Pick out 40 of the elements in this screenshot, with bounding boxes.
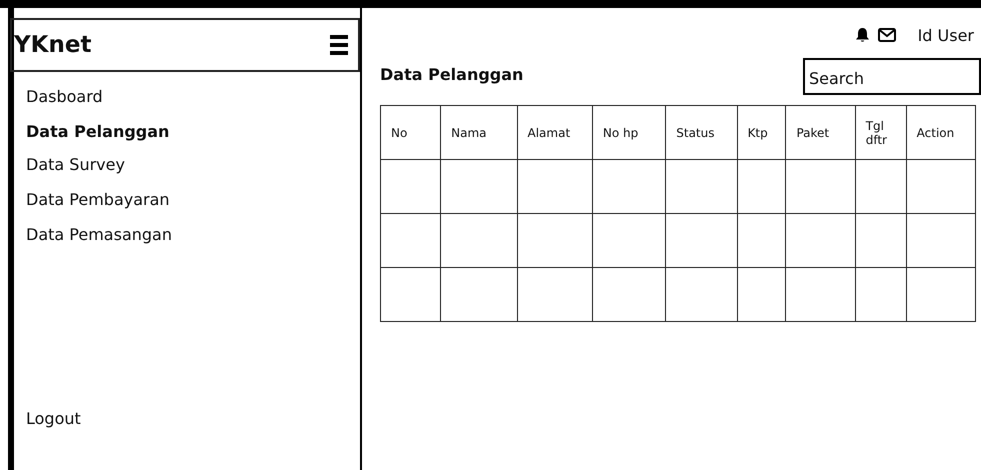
menu-icon[interactable] <box>330 34 348 56</box>
sidebar-item[interactable]: Data Pelanggan <box>26 121 360 154</box>
column-header: Alamat <box>517 106 592 160</box>
table-cell <box>786 160 856 214</box>
column-header: No <box>380 106 441 160</box>
table-cell <box>737 268 786 322</box>
table-cell <box>906 214 976 268</box>
table-cell <box>786 214 856 268</box>
column-header: Action <box>906 106 976 160</box>
brand-logo: YKnet <box>14 32 92 58</box>
table-cell <box>906 268 976 322</box>
table-cell <box>380 160 441 214</box>
logout-link[interactable]: Logout <box>26 409 360 428</box>
table-cell <box>737 214 786 268</box>
sidebar-item[interactable]: Data Pembayaran <box>26 189 360 224</box>
table-cell <box>855 214 906 268</box>
table-cell <box>666 268 738 322</box>
mail-icon[interactable] <box>878 28 896 42</box>
table-cell <box>666 160 738 214</box>
column-header: Tgl dftr <box>855 106 906 160</box>
table-cell <box>380 214 441 268</box>
sidebar-item[interactable]: Dasboard <box>26 86 360 121</box>
column-header: Nama <box>440 106 518 160</box>
column-header: Ktp <box>737 106 786 160</box>
column-header: Status <box>666 106 738 160</box>
bell-icon[interactable] <box>854 27 870 43</box>
table-cell <box>786 268 856 322</box>
column-header: Paket <box>786 106 856 160</box>
sidebar-item[interactable]: Data Pemasangan <box>26 224 360 259</box>
table-cell <box>666 214 738 268</box>
table-cell <box>737 160 786 214</box>
table-cell <box>906 160 976 214</box>
user-name[interactable]: Id User <box>918 26 974 44</box>
table-cell <box>855 160 906 214</box>
table-cell <box>380 268 441 322</box>
sidebar-item[interactable]: Data Survey <box>26 154 360 189</box>
table-cell <box>855 268 906 322</box>
page-title: Data Pelanggan <box>380 65 524 84</box>
column-header: No hp <box>592 106 666 160</box>
search-field[interactable]: Search <box>803 58 981 95</box>
